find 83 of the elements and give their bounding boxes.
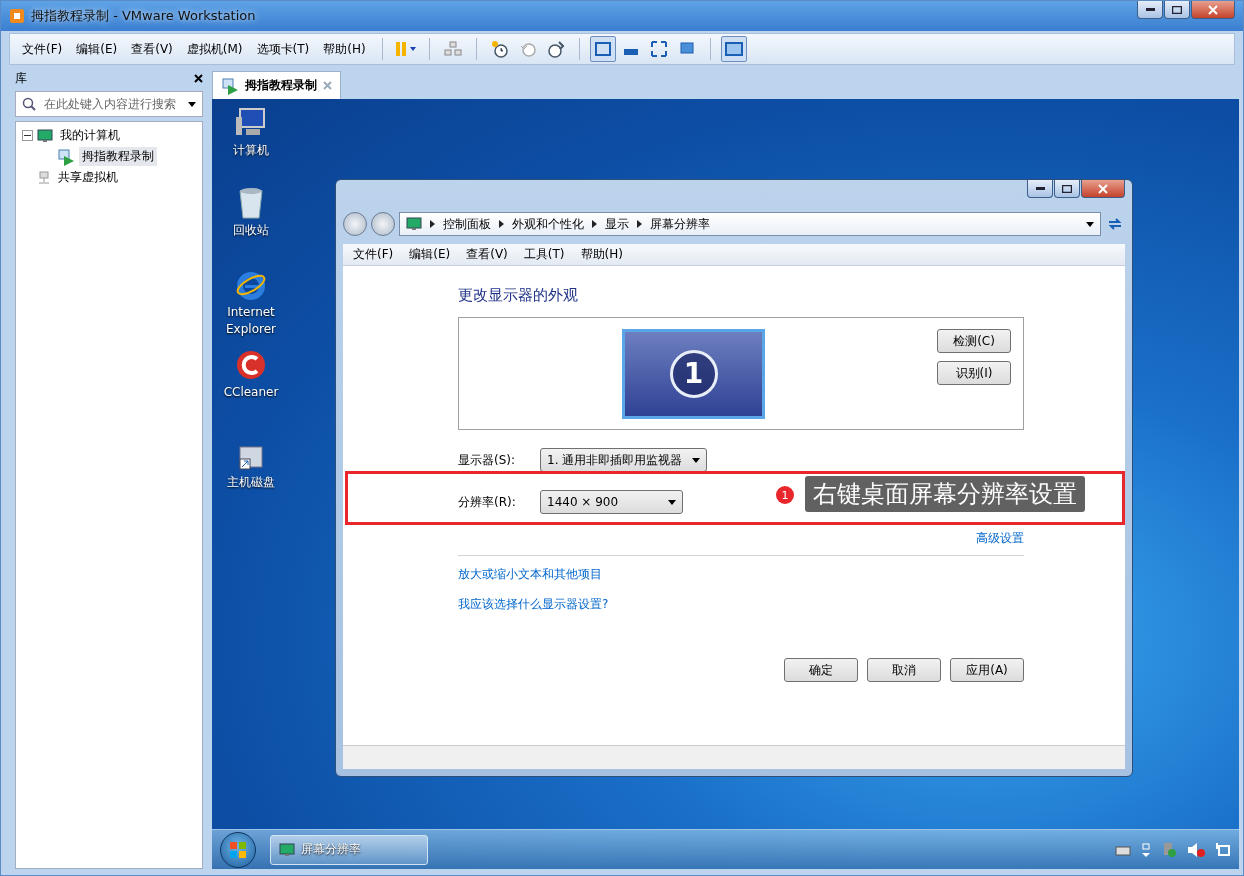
- menu-item[interactable]: 查看(V): [125, 40, 179, 58]
- menu-item[interactable]: 帮助(H): [574, 246, 629, 263]
- dialog-button[interactable]: 应用(A): [950, 658, 1024, 682]
- dropdown-caret-icon[interactable]: [1086, 221, 1094, 227]
- close-icon[interactable]: [194, 73, 203, 83]
- advanced-settings-link[interactable]: 高级设置: [976, 530, 1024, 547]
- monitor-icon: [406, 216, 422, 232]
- monitor-icon: [37, 127, 53, 144]
- help-link[interactable]: 我应该选择什么显示器设置?: [458, 597, 609, 611]
- c-logo-icon: [235, 349, 267, 381]
- dialog-button[interactable]: 确定: [784, 658, 858, 682]
- monitor-number: 1: [669, 349, 718, 398]
- maximize-icon: [1062, 184, 1072, 193]
- field-label: 分辨率(R):: [458, 493, 517, 511]
- windows-logo-icon: [229, 840, 247, 859]
- breadcrumb-item[interactable]: 控制面板: [443, 215, 491, 233]
- menu-item[interactable]: 文件(F): [347, 246, 400, 263]
- window-title: 拇指教程录制 - VMware Workstation: [31, 7, 256, 25]
- maximize-icon: [1172, 5, 1182, 14]
- speaker-muted-icon[interactable]: [1187, 841, 1205, 858]
- recycle-bin-icon: [237, 187, 265, 219]
- side-button[interactable]: 检测(C): [937, 329, 1011, 353]
- monitor-icon: [279, 841, 295, 858]
- breadcrumb-item[interactable]: 显示: [605, 215, 629, 233]
- library-title: 库: [15, 69, 27, 87]
- menu-item[interactable]: 帮助(H): [317, 40, 372, 58]
- close-button[interactable]: [1081, 180, 1125, 198]
- menu-item[interactable]: 选项卡(T): [250, 40, 316, 58]
- minus-icon: [24, 132, 31, 139]
- step-number: 1: [776, 486, 794, 504]
- tree-item[interactable]: 共享虚拟机: [55, 168, 121, 187]
- search-field[interactable]: 在此处键入内容进行搜索: [15, 91, 203, 117]
- desktop-icon-label[interactable]: Internet Explorer: [220, 304, 282, 338]
- close-button[interactable]: [1191, 1, 1235, 19]
- breadcrumb-item[interactable]: 屏幕分辨率: [650, 215, 710, 233]
- dropdown-caret-icon: [668, 499, 677, 505]
- annotation-callout: 右键桌面屏幕分辨率设置: [805, 476, 1085, 512]
- menu-item[interactable]: 查看(V): [460, 246, 514, 263]
- keyboard-icon[interactable]: [1115, 843, 1131, 856]
- menu-item[interactable]: 编辑(E): [403, 246, 457, 263]
- minimize-button[interactable]: [1137, 1, 1163, 19]
- desktop-icon-label[interactable]: 计算机: [233, 142, 269, 159]
- menu-item[interactable]: 编辑(E): [70, 40, 124, 58]
- side-button[interactable]: 识别(I): [937, 361, 1011, 385]
- menu-item[interactable]: 虚拟机(M): [180, 40, 249, 58]
- tree-item[interactable]: 我的计算机: [57, 126, 123, 145]
- app-logo-icon: [9, 8, 25, 24]
- maximize-button[interactable]: [1054, 180, 1080, 198]
- close-icon: [1098, 183, 1108, 194]
- menu-item[interactable]: 文件(F): [16, 40, 69, 58]
- desktop-icon-label[interactable]: 主机磁盘: [227, 474, 275, 491]
- screen-view-icon[interactable]: [720, 36, 747, 62]
- breadcrumb-item[interactable]: 外观和个性化: [512, 215, 584, 233]
- search-icon: [22, 97, 36, 111]
- address-bar[interactable]: 控制面板 外观和个性化 显示 屏幕分辨率: [399, 212, 1101, 236]
- desktop-icon-label[interactable]: 回收站: [233, 222, 269, 239]
- forward-button[interactable]: [371, 212, 395, 236]
- minimize-icon: [1035, 187, 1045, 190]
- section-heading: 更改显示器的外观: [458, 286, 579, 305]
- vm-running-icon: [57, 147, 75, 166]
- monitor-drawing[interactable]: 1: [622, 328, 765, 419]
- browser-e-icon: [235, 269, 267, 301]
- minimize-button[interactable]: [1027, 180, 1053, 198]
- desktop-icon-label[interactable]: CCleaner: [223, 384, 279, 401]
- vm-running-icon: [221, 76, 239, 95]
- help-link[interactable]: 放大或缩小文本和其他项目: [458, 567, 602, 581]
- maximize-button[interactable]: [1164, 1, 1190, 19]
- tree-item[interactable]: 拇指教程录制: [79, 147, 157, 166]
- dropdown-caret-icon[interactable]: [188, 101, 196, 107]
- back-button[interactable]: [343, 212, 367, 236]
- caret-icon[interactable]: [1141, 842, 1151, 857]
- start-button[interactable]: [220, 831, 256, 868]
- collapse-toggle[interactable]: [22, 130, 33, 141]
- minimize-icon: [1145, 8, 1155, 11]
- dropdown-field[interactable]: 1. 通用非即插即用监视器: [540, 448, 708, 472]
- vm-tab[interactable]: 拇指教程录制: [212, 71, 341, 99]
- dropdown-caret-icon: [692, 457, 701, 463]
- close-icon: [1208, 4, 1218, 15]
- dialog-button[interactable]: 取消: [867, 658, 941, 682]
- field-label: 显示器(S):: [458, 451, 517, 469]
- dropdown-field[interactable]: 1440 × 900: [540, 490, 684, 514]
- menu-item[interactable]: 工具(T): [517, 246, 571, 263]
- sidebar-view-icon[interactable]: [589, 36, 616, 62]
